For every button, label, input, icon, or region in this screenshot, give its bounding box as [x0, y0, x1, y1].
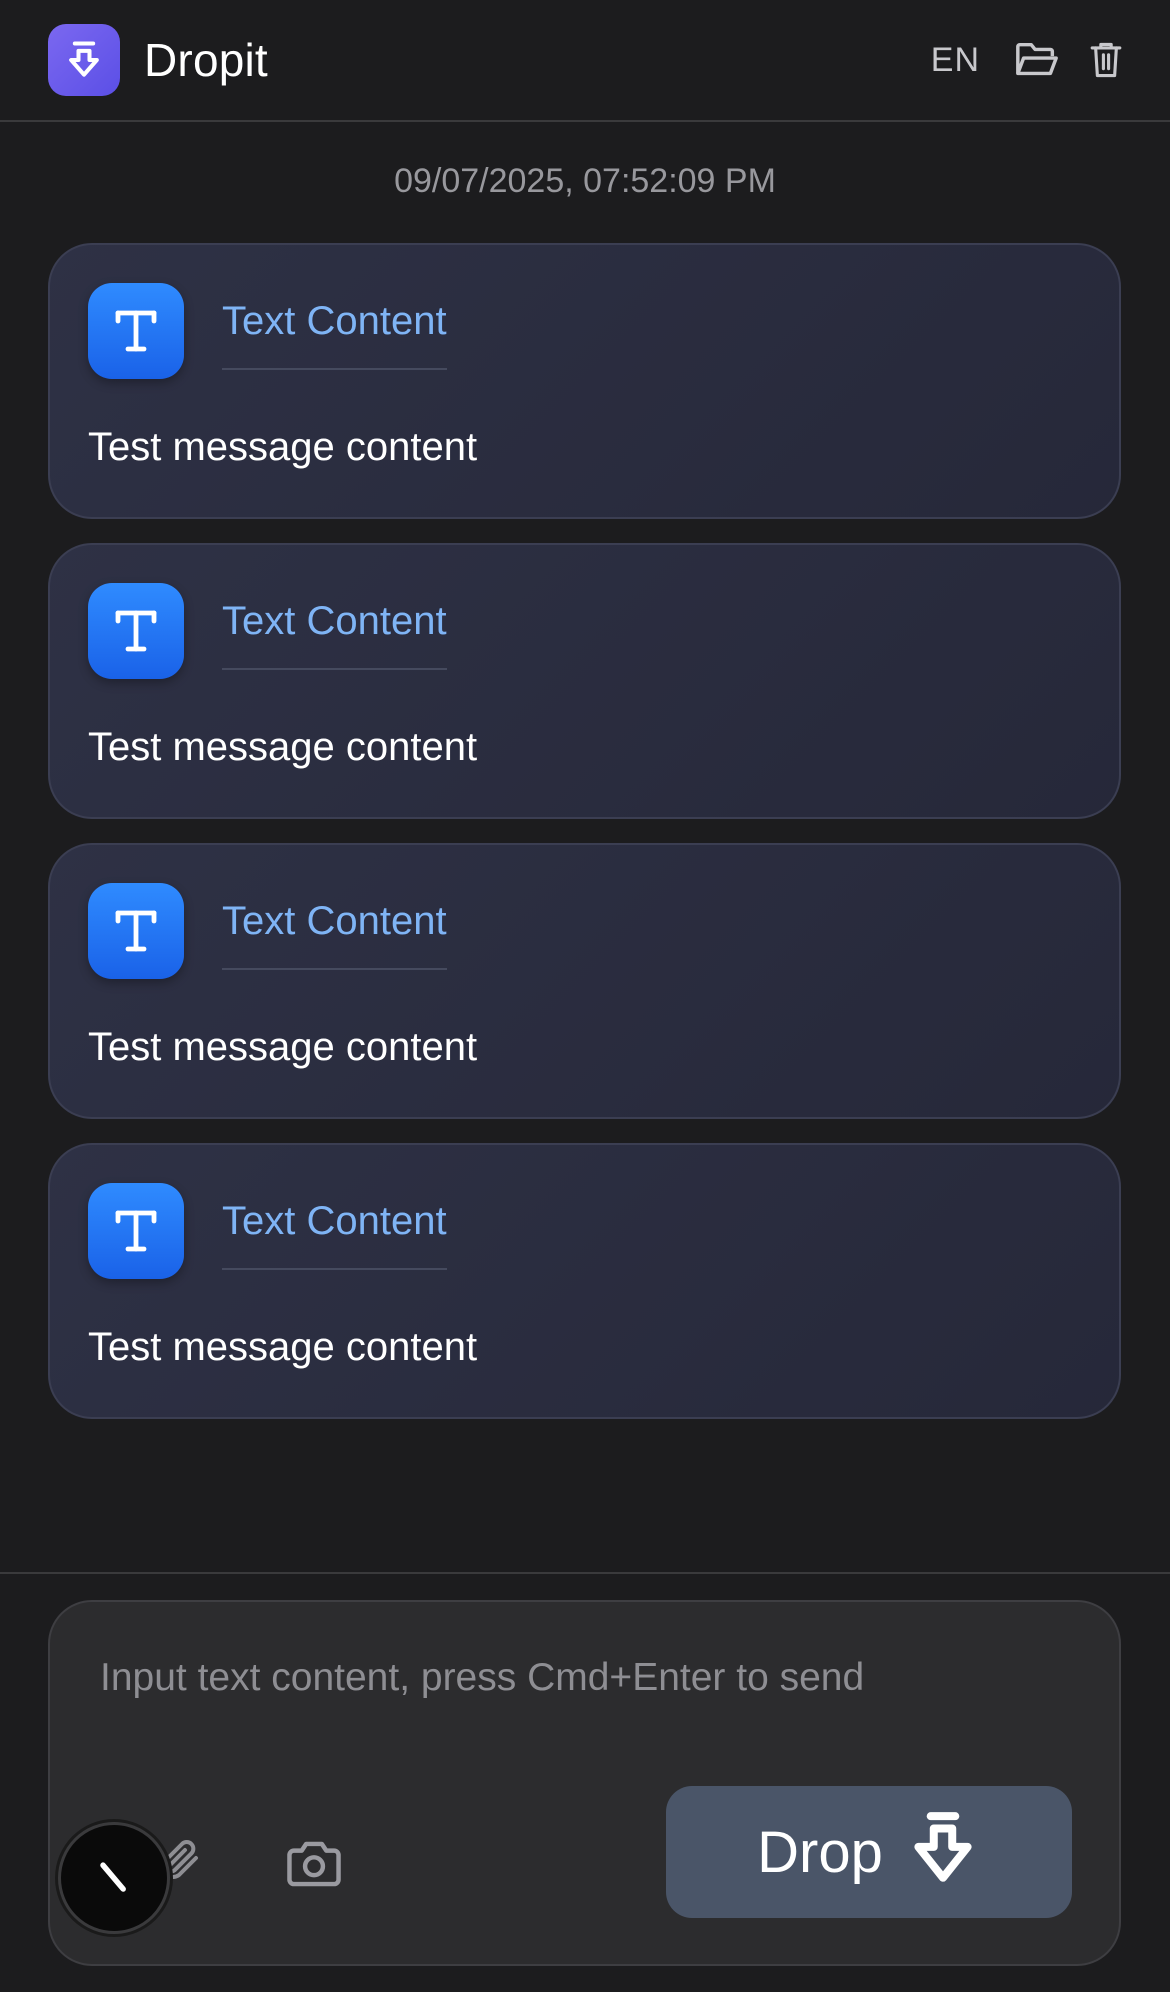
drop-button-label: Drop	[757, 1819, 883, 1885]
message-card[interactable]: Text Content Test message content	[48, 843, 1121, 1119]
message-text: Test message content	[88, 725, 478, 769]
pen-fab-button[interactable]	[58, 1822, 170, 1934]
message-input[interactable]: Input text content, press Cmd+Enter to s…	[100, 1656, 864, 1700]
message-card[interactable]: Text Content Test message content	[48, 1143, 1121, 1419]
app-logo-icon	[48, 24, 120, 96]
text-t-icon	[88, 883, 184, 979]
message-type-label: Text Content	[222, 299, 447, 370]
folder-open-icon[interactable]	[1014, 40, 1060, 80]
message-card[interactable]: Text Content Test message content	[48, 243, 1121, 519]
text-t-icon	[88, 1183, 184, 1279]
message-timestamp: 09/07/2025, 07:52:09 PM	[394, 162, 776, 200]
language-toggle[interactable]: EN	[931, 41, 980, 80]
app-header: Dropit EN	[0, 0, 1170, 122]
message-text: Test message content	[88, 1325, 478, 1369]
message-card[interactable]: Text Content Test message content	[48, 543, 1121, 819]
drop-arrow-icon	[905, 1810, 981, 1895]
message-type-label: Text Content	[222, 899, 447, 970]
composer-divider	[0, 1572, 1170, 1574]
message-text: Test message content	[88, 1025, 478, 1069]
drop-button[interactable]: Drop	[666, 1786, 1072, 1918]
text-t-icon	[88, 283, 184, 379]
message-type-label: Text Content	[222, 599, 447, 670]
camera-icon[interactable]	[278, 1828, 350, 1900]
composer: Input text content, press Cmd+Enter to s…	[48, 1600, 1121, 1966]
trash-icon[interactable]	[1090, 41, 1122, 79]
message-type-label: Text Content	[222, 1199, 447, 1270]
app-title: Dropit	[144, 34, 268, 86]
message-text: Test message content	[88, 425, 478, 469]
text-t-icon	[88, 583, 184, 679]
